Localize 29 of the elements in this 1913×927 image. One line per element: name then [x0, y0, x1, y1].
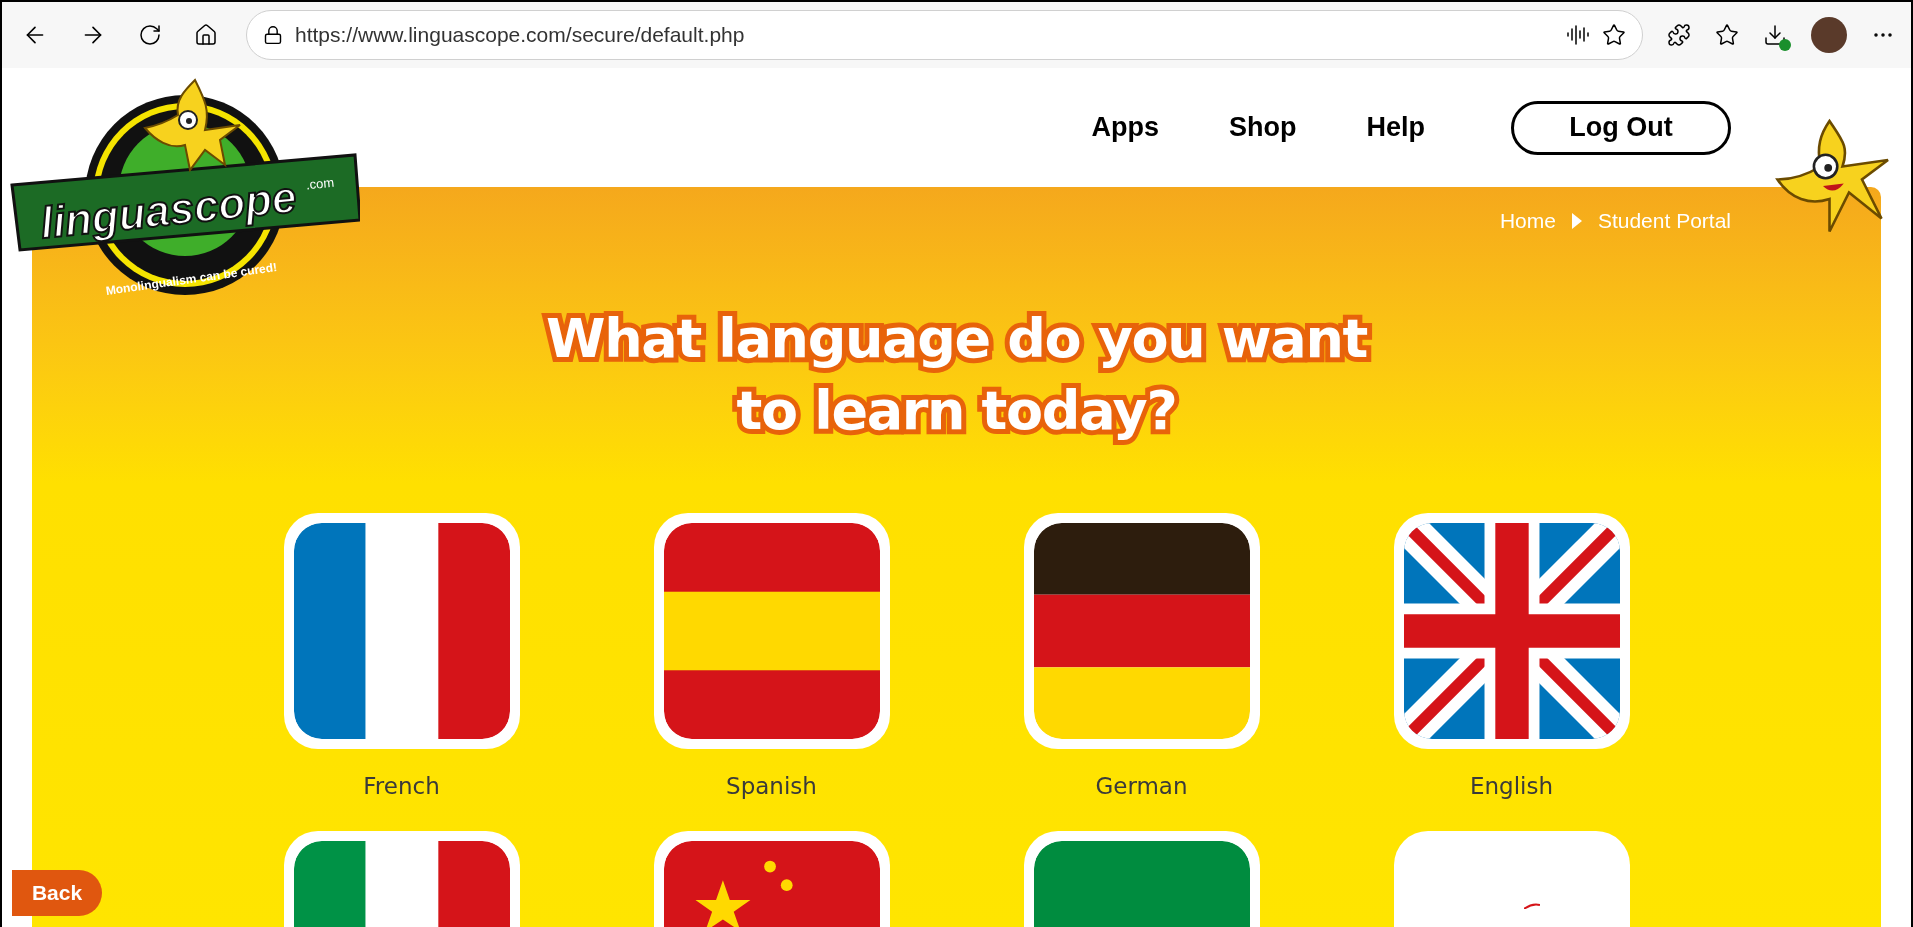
avatar[interactable] [1811, 17, 1847, 53]
logo-tagline: Monolingualism can be cured! [104, 259, 279, 300]
logo-suffix: .com [305, 173, 336, 195]
breadcrumb-current: Student Portal [1597, 208, 1731, 234]
flag-icon [1403, 522, 1620, 739]
extensions-icon[interactable] [1667, 23, 1691, 47]
flag-icon [1033, 522, 1250, 739]
nav-link[interactable]: Help [1366, 107, 1425, 148]
favorites-icon[interactable] [1715, 23, 1739, 47]
back-button[interactable]: Back [12, 870, 102, 916]
address-bar[interactable]: https://www.linguascope.com/secure/default.php [246, 10, 1643, 60]
star-icon[interactable] [1602, 23, 1626, 47]
language-label: French [363, 771, 440, 801]
language-card[interactable] [1023, 512, 1260, 749]
lock-icon [263, 25, 283, 45]
language-label: Spanish [726, 771, 817, 801]
flag-icon [663, 522, 880, 739]
flag-icon [293, 522, 510, 739]
url-text: https://www.linguascope.com/secure/default.php [295, 22, 746, 49]
logo-text: linguascope [38, 174, 299, 246]
nav-link[interactable]: Shop [1229, 107, 1297, 148]
chevron-icon [1571, 212, 1582, 229]
language-label: German [1095, 771, 1188, 801]
page-heading: to learn today? [736, 377, 1177, 444]
logout-button[interactable]: Log Out [1511, 100, 1731, 155]
nav-link[interactable]: Apps [1091, 107, 1159, 148]
read-aloud-icon[interactable] [1566, 23, 1590, 47]
language-label: English [1469, 771, 1554, 801]
mark-icon [1523, 903, 1540, 909]
